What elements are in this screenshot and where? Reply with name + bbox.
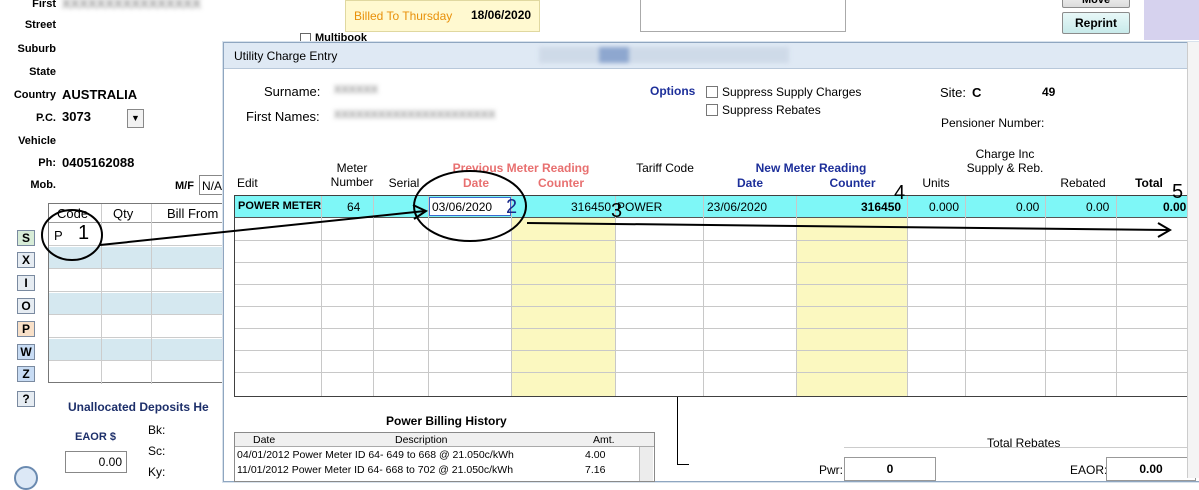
annotation-number-4: 4: [894, 182, 906, 204]
annotation-number-1: 1: [78, 222, 90, 244]
annotation-number-5: 5: [1172, 181, 1184, 203]
annotation-arrow-to-date: [99, 210, 426, 246]
annotation-overlay: [41, 170, 1172, 261]
annotation-arrow-to-total: [526, 222, 1169, 231]
annotation-number-2: 2: [506, 196, 518, 218]
annotation-circle-code: [41, 209, 103, 261]
annotation-number-3: 3: [611, 200, 623, 222]
